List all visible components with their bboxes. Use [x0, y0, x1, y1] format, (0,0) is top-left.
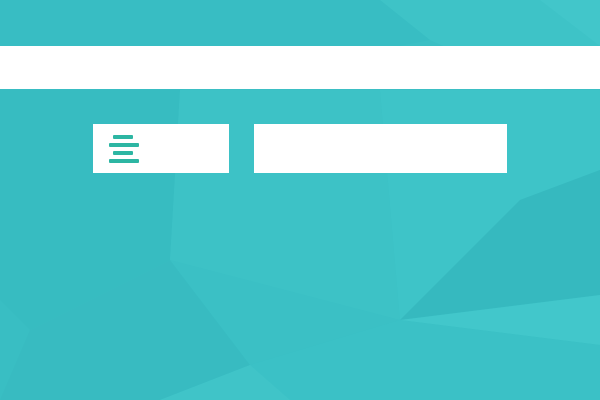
menu-icon-line	[109, 159, 139, 163]
search-input[interactable]	[254, 124, 507, 173]
menu-icon-line	[109, 143, 139, 147]
menu-icon-line	[113, 135, 133, 139]
top-bar	[0, 46, 600, 89]
menu-icon-line	[113, 151, 133, 155]
menu-button[interactable]	[93, 124, 229, 173]
hamburger-menu-icon	[109, 135, 139, 163]
